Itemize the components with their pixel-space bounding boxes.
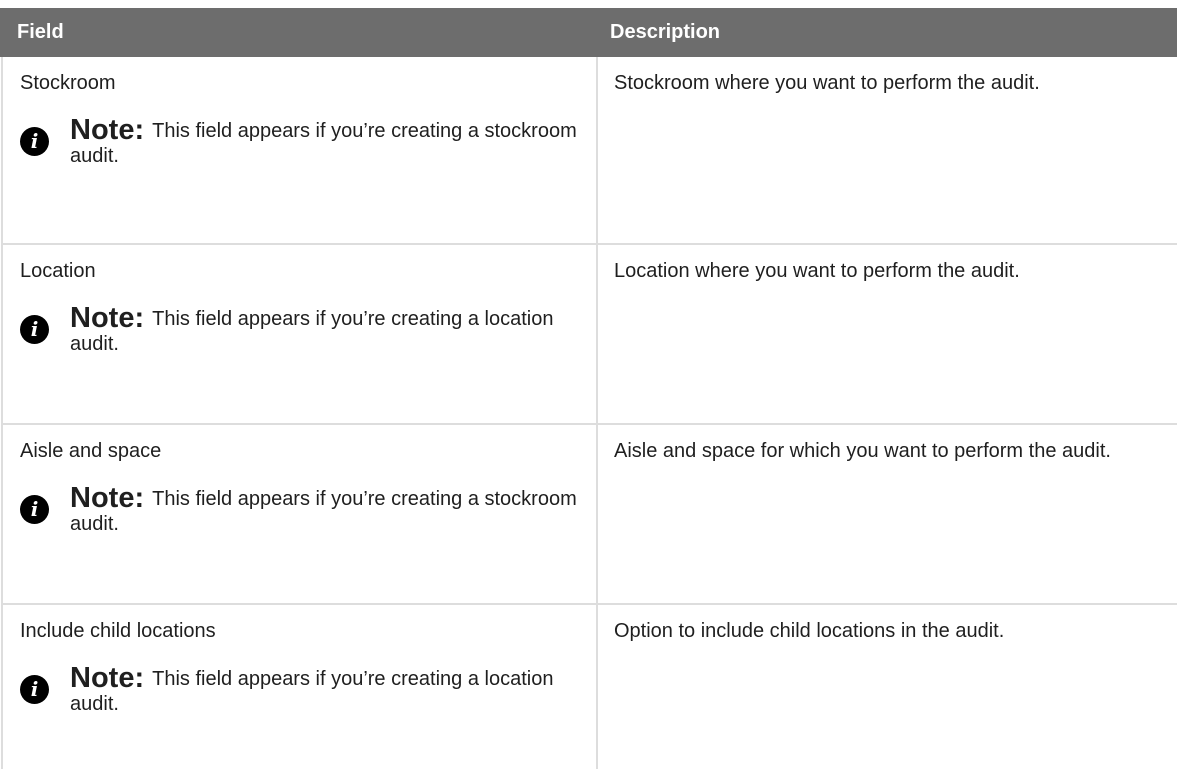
description-cell: Location where you want to perform the a… xyxy=(596,244,1177,425)
table-body: Stockroom i Note: This field appears if y… xyxy=(1,57,1177,769)
info-icon: i xyxy=(20,495,49,524)
description-cell: Option to include child locations in the… xyxy=(596,604,1177,769)
table-row: Location i Note: This field appears if yo… xyxy=(1,244,1177,425)
note-title: Note: xyxy=(70,662,145,694)
note: i Note: This field appears if you’re crea… xyxy=(20,116,580,169)
note-text: This field appears if you’re creating a … xyxy=(70,120,577,167)
field-cell: Location i Note: This field appears if yo… xyxy=(1,244,597,425)
field-cell: Include child locations i Note: This fiel… xyxy=(1,604,597,769)
table-row: Aisle and space i Note: This field appear… xyxy=(1,424,1177,605)
note-text: This field appears if you’re creating a … xyxy=(70,488,577,535)
field-name: Aisle and space xyxy=(20,440,162,462)
info-icon: i xyxy=(20,127,49,156)
column-header-description: Description xyxy=(597,8,1177,57)
column-header-field: Field xyxy=(0,8,597,57)
description-cell: Stockroom where you want to perform the … xyxy=(596,57,1177,245)
field-name: Include child locations xyxy=(20,620,216,642)
note-title: Note: xyxy=(70,482,145,514)
note: i Note: This field appears if you’re crea… xyxy=(20,484,580,537)
note: i Note: This field appears if you’re crea… xyxy=(20,304,580,357)
info-icon: i xyxy=(20,315,49,344)
note-title: Note: xyxy=(70,302,145,334)
description-cell: Aisle and space for which you want to pe… xyxy=(596,424,1177,605)
table-header-row: Field Description xyxy=(0,8,1177,57)
field-cell: Aisle and space i Note: This field appear… xyxy=(1,424,597,605)
field-description-table: Field Description Stockroom i Note: This … xyxy=(0,8,1177,769)
field-table-container: Field Description Stockroom i Note: This … xyxy=(0,8,1177,769)
table-header: Field Description xyxy=(0,8,1177,57)
table-row: Include child locations i Note: This fiel… xyxy=(1,604,1177,769)
note-title: Note: xyxy=(70,114,145,146)
field-cell: Stockroom i Note: This field appears if y… xyxy=(1,57,597,245)
field-name: Location xyxy=(20,260,96,282)
field-name: Stockroom xyxy=(20,72,116,94)
info-icon: i xyxy=(20,675,49,704)
table-row: Stockroom i Note: This field appears if y… xyxy=(1,57,1177,245)
note: i Note: This field appears if you’re crea… xyxy=(20,664,580,717)
